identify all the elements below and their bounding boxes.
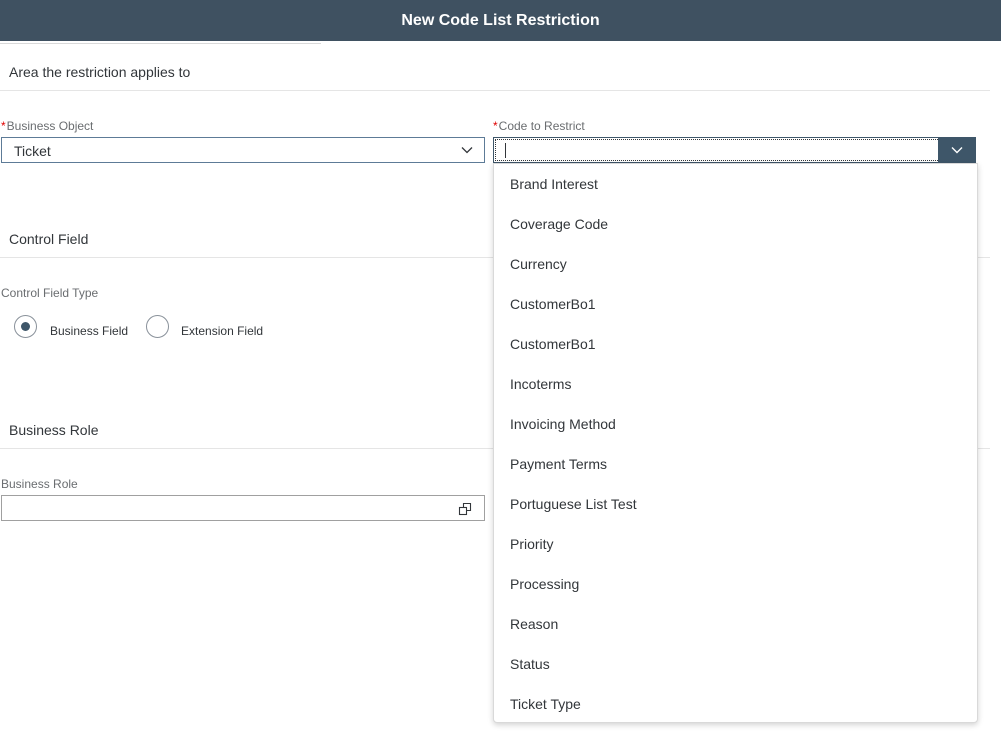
list-item[interactable]: Portuguese List Test xyxy=(494,484,977,524)
section-title-control-field: Control Field xyxy=(9,231,89,247)
section-divider xyxy=(0,90,990,91)
list-item[interactable]: Status xyxy=(494,644,977,684)
list-item[interactable]: Priority xyxy=(494,524,977,564)
radio-business-field-label[interactable]: Business Field xyxy=(50,324,128,338)
dialog-title: New Code List Restriction xyxy=(401,11,600,29)
text-cursor xyxy=(505,143,506,158)
chevron-down-icon[interactable] xyxy=(460,143,474,157)
radio-business-field[interactable] xyxy=(14,314,37,338)
list-item[interactable]: CustomerBo1 xyxy=(494,284,977,324)
control-field-type-label: Control Field Type xyxy=(1,286,99,300)
required-indicator: * xyxy=(1,119,6,133)
business-object-value: Ticket xyxy=(14,143,51,159)
list-item[interactable]: Invoicing Method xyxy=(494,404,977,444)
business-object-label: *Business Object xyxy=(1,119,93,133)
value-help-icon[interactable] xyxy=(458,502,472,516)
code-to-restrict-label-text: Code to Restrict xyxy=(498,119,585,133)
code-to-restrict-combobox[interactable] xyxy=(493,137,976,163)
list-item[interactable]: Ticket Type xyxy=(494,684,977,724)
business-role-input[interactable] xyxy=(1,495,485,521)
business-role-label: Business Role xyxy=(1,477,78,491)
radio-extension-field[interactable] xyxy=(146,314,170,338)
list-item[interactable]: Reason xyxy=(494,604,977,644)
business-object-label-text: Business Object xyxy=(6,119,94,133)
control-field-type-radio-group: Business Field Extension Field xyxy=(14,314,263,338)
section-title-area: Area the restriction applies to xyxy=(9,64,191,80)
list-item[interactable]: Coverage Code xyxy=(494,204,977,244)
required-indicator: * xyxy=(493,119,498,133)
list-item[interactable]: Processing xyxy=(494,564,977,604)
dialog-header: New Code List Restriction xyxy=(0,0,1001,41)
business-object-select[interactable]: Ticket xyxy=(1,137,485,163)
section-title-business-role: Business Role xyxy=(9,422,99,438)
focus-outline xyxy=(495,139,974,161)
list-item[interactable]: Currency xyxy=(494,244,977,284)
chevron-down-icon xyxy=(951,147,962,154)
dropdown-arrow-button[interactable] xyxy=(938,138,975,162)
list-item[interactable]: Incoterms xyxy=(494,364,977,404)
code-to-restrict-label: *Code to Restrict xyxy=(493,119,585,133)
header-tab-indicator xyxy=(0,41,321,44)
radio-extension-field-label[interactable]: Extension Field xyxy=(181,324,263,338)
list-item[interactable]: CustomerBo1 xyxy=(494,324,977,364)
list-item[interactable]: Payment Terms xyxy=(494,444,977,484)
code-to-restrict-dropdown-list: Brand Interest Coverage Code Currency Cu… xyxy=(493,163,978,723)
list-item[interactable]: Brand Interest xyxy=(494,164,977,204)
